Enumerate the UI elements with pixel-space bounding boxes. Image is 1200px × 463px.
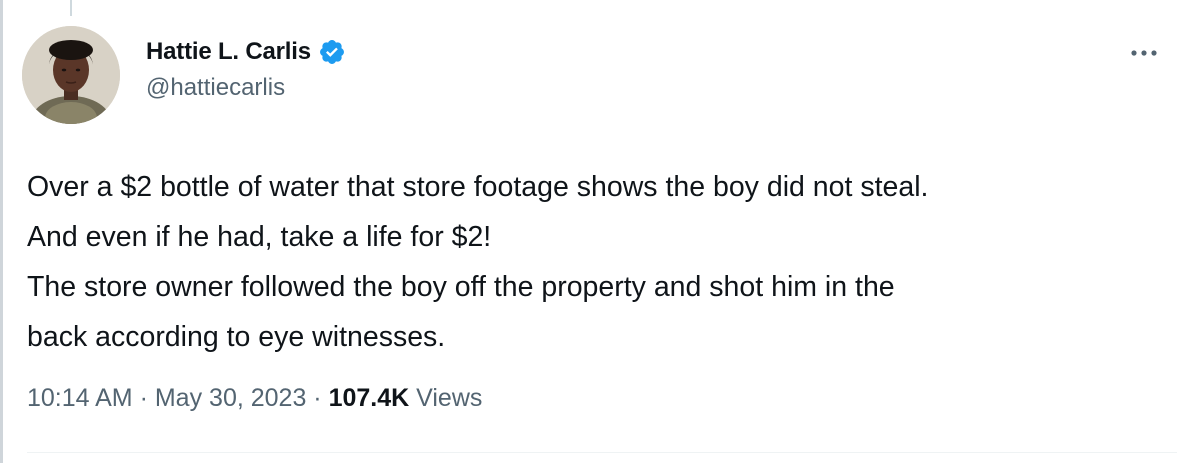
divider: [27, 452, 1177, 453]
thread-connector-line: [70, 0, 72, 16]
tweet-text-line: And even if he had, take a life for $2!: [27, 221, 492, 253]
avatar[interactable]: [22, 26, 120, 124]
views-label: Views: [416, 384, 483, 412]
avatar-photo-icon: [22, 26, 120, 124]
verified-badge-icon[interactable]: [318, 38, 346, 66]
tweet-timestamp-time[interactable]: 10:14 AM: [27, 384, 133, 412]
meta-separator: ·: [132, 384, 155, 412]
tweet-metadata: 10:14 AM · May 30, 2023 · 107.4K Views: [27, 384, 482, 413]
views-count[interactable]: 107.4K: [329, 384, 410, 412]
frame-border: [0, 0, 3, 463]
meta-separator: ·: [306, 384, 329, 412]
tweet-text-line: back according to eye witnesses.: [27, 321, 446, 353]
tweet-timestamp-date[interactable]: May 30, 2023: [155, 384, 307, 412]
tweet-text-line: The store owner followed the boy off the…: [27, 271, 895, 303]
author-handle[interactable]: @hattiecarlis: [146, 74, 346, 102]
tweet-text: Over a $2 bottle of water that store foo…: [27, 162, 1167, 362]
tweet-text-line: Over a $2 bottle of water that store foo…: [27, 171, 929, 203]
more-options-button[interactable]: [1124, 38, 1164, 68]
more-options-icon: [1131, 50, 1157, 56]
tweet-header: Hattie L. Carlis @hattiecarlis: [146, 34, 346, 102]
author-name-row: Hattie L. Carlis: [146, 34, 346, 70]
author-display-name[interactable]: Hattie L. Carlis: [146, 38, 311, 66]
